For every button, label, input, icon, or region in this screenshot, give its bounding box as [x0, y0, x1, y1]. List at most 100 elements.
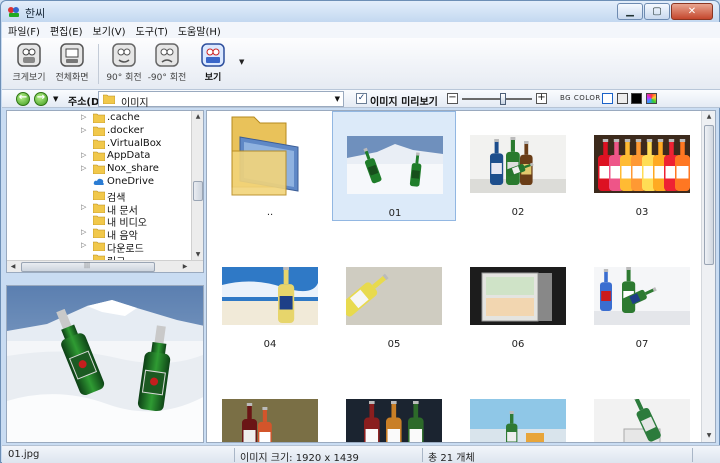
title-bar[interactable]: 한씨 ▁ ▢ ✕ — [1, 1, 719, 22]
menu-file[interactable]: 파일(F) — [8, 23, 40, 38]
tree-item[interactable]: 검색 — [7, 189, 192, 204]
thumbnail-item[interactable]: 01 — [332, 111, 456, 221]
address-dropdown-icon[interactable]: ▼ — [335, 95, 340, 103]
bg-color-custom-swatch[interactable] — [646, 93, 657, 104]
thumbnail-image — [346, 399, 442, 442]
zoom-out-button[interactable]: − — [447, 93, 458, 104]
image-preview-label: 이미지 미리보기 — [370, 97, 438, 108]
thumbnail-label: 05 — [387, 339, 401, 350]
thumbnail-item[interactable]: 07 — [580, 243, 704, 353]
menu-help[interactable]: 도움말(H) — [178, 23, 221, 38]
tree-item[interactable]: ▷ Nox_share — [7, 163, 192, 176]
tree-item[interactable]: ▷ 다운로드 — [7, 240, 192, 255]
thumbnail-size-slider[interactable] — [462, 98, 532, 100]
thumbnail-item[interactable]: 04 — [208, 243, 332, 353]
view-mode-button[interactable]: 보기 — [188, 42, 238, 86]
enlarge-view-icon — [17, 43, 41, 67]
bg-color-black-swatch[interactable] — [631, 93, 642, 104]
window-title: 한씨 — [25, 7, 46, 20]
expand-arrow-icon[interactable]: ▷ — [81, 126, 86, 134]
thumbnail-label: .. — [266, 207, 274, 218]
expand-arrow-icon[interactable]: ▷ — [81, 113, 86, 121]
folder-tree: ▷ .cache ▷ .docker .VirtualBox ▷ AppData ▷ Nox_s… — [6, 110, 204, 273]
scroll-right-icon[interactable]: ▶ — [179, 261, 191, 272]
forward-button[interactable]: → — [34, 92, 48, 106]
view-mode-dropdown-icon[interactable]: ▼ — [239, 58, 244, 66]
rotate-ccw-button[interactable]: -90° 회전 — [142, 42, 192, 86]
history-dropdown-icon[interactable]: ▼ — [53, 95, 58, 103]
bg-color-white-swatch[interactable] — [602, 93, 613, 104]
thumbnail-image — [594, 267, 690, 325]
thumbnail-item[interactable]: 05 — [332, 243, 456, 353]
grip-icon: ||| — [84, 262, 91, 269]
thumbnail-image — [594, 399, 690, 442]
thumbnail-item[interactable]: 06 — [456, 243, 580, 353]
tree-item[interactable]: ▷ .docker — [7, 125, 192, 138]
minimize-icon: ▁ — [626, 6, 634, 17]
thumbnail-item[interactable] — [456, 375, 580, 442]
expand-arrow-icon[interactable]: ▷ — [81, 241, 86, 249]
expand-arrow-icon[interactable]: ▷ — [81, 228, 86, 236]
scroll-up-icon[interactable]: ▲ — [702, 111, 715, 123]
scroll-left-icon[interactable]: ◀ — [7, 261, 19, 272]
thumbnail-image — [594, 135, 690, 193]
image-preview-checkbox[interactable]: ✓ — [356, 93, 367, 104]
tree-item[interactable]: ▷ AppData — [7, 150, 192, 163]
scrollbar-thumb[interactable] — [193, 181, 203, 201]
tree-item-label: Nox_share — [107, 163, 159, 175]
forward-arrow-icon: → — [36, 92, 46, 103]
status-separator — [422, 448, 423, 462]
thumbnail-label: 02 — [511, 207, 525, 218]
zoom-in-button[interactable]: + — [536, 93, 547, 104]
thumbnail-grid-scrollbar[interactable]: ▲ ▼ — [701, 111, 715, 442]
expand-arrow-icon[interactable]: ▷ — [81, 203, 86, 211]
thumbnail-item[interactable]: 03 — [580, 111, 704, 221]
bg-color-label: BG COLOR — [560, 94, 601, 102]
view-mode-label: 보기 — [204, 73, 222, 83]
tree-item[interactable]: OneDrive — [7, 176, 192, 189]
thumbnail-item[interactable] — [208, 375, 332, 442]
status-item-count: 총 21 개체 — [428, 453, 475, 463]
scrollbar-thumb[interactable] — [704, 125, 714, 265]
folder-icon — [93, 126, 105, 136]
tree-item[interactable]: ▷ 내 문서 — [7, 202, 192, 217]
folder-icon — [93, 113, 105, 123]
close-button[interactable]: ✕ — [671, 3, 713, 20]
tree-item-label: .VirtualBox — [107, 137, 162, 149]
minimize-button[interactable]: ▁ — [617, 3, 643, 20]
maximize-button[interactable]: ▢ — [644, 3, 670, 20]
menu-edit[interactable]: 편집(E) — [50, 23, 83, 38]
tree-item[interactable]: ▷ .cache — [7, 112, 192, 125]
parent-folder-item[interactable]: .. — [208, 111, 332, 221]
fullscreen-icon — [60, 43, 84, 67]
tree-item[interactable]: ▷ 내 음악 — [7, 227, 192, 242]
thumbnail-size-slider-thumb[interactable] — [500, 93, 506, 105]
back-button[interactable]: ← — [16, 92, 30, 106]
bg-color-gray-swatch[interactable] — [617, 93, 628, 104]
menu-tools[interactable]: 도구(T) — [136, 23, 168, 38]
address-bar: ← → ▼ 주소(D) 이미지 ▼ ✓ 이미지 미리보기 − + BG COLO… — [2, 90, 720, 109]
tree-item[interactable]: .VirtualBox — [7, 138, 192, 151]
fullscreen-label: 전체화면 — [55, 73, 89, 83]
tree-item[interactable]: 내 비디오 — [7, 214, 192, 229]
fullscreen-button[interactable]: 전체화면 — [47, 42, 97, 86]
thumbnail-item[interactable] — [580, 375, 704, 442]
rotate-ccw-label: -90° 회전 — [147, 73, 187, 83]
folder-icon — [93, 203, 105, 213]
scroll-down-icon[interactable]: ▼ — [702, 430, 715, 442]
menu-view[interactable]: 보기(V) — [93, 23, 126, 38]
scroll-up-icon[interactable]: ▲ — [192, 111, 203, 123]
expand-arrow-icon[interactable]: ▷ — [81, 151, 86, 159]
tree-vertical-scrollbar[interactable]: ▲ ▼ — [191, 111, 203, 261]
thumbnail-item[interactable]: 02 — [456, 111, 580, 221]
thumbnail-image — [470, 399, 566, 442]
thumbnail-label: 03 — [635, 207, 649, 218]
thumbnail-grid: 07 06 05 04 03 02 01 .. ▲ ▼ — [206, 110, 716, 443]
tree-horizontal-scrollbar[interactable]: ◀ ||| ▶ — [7, 260, 203, 272]
folder-icon — [93, 216, 105, 226]
menu-bar: 파일(F) 편집(E) 보기(V) 도구(T) 도움말(H) — [2, 22, 720, 38]
thumbnail-item[interactable] — [332, 375, 456, 442]
expand-arrow-icon[interactable]: ▷ — [81, 164, 86, 172]
app-window: 한씨 ▁ ▢ ✕ 파일(F) 편집(E) 보기(V) 도구(T) 도움말(H) … — [0, 0, 720, 463]
address-input[interactable]: 이미지 ▼ — [98, 91, 344, 109]
